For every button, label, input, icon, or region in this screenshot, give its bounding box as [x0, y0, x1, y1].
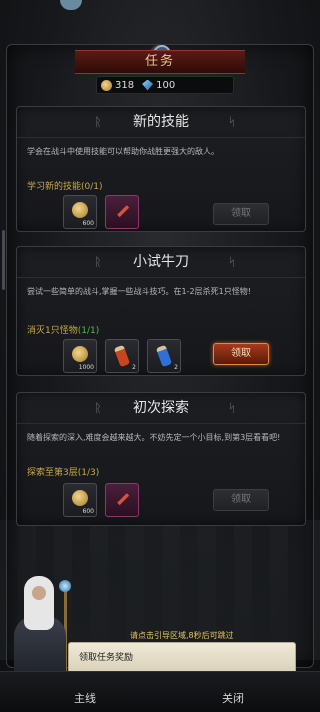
wizard-face	[32, 586, 46, 600]
reward-count: 600	[82, 220, 94, 227]
claim-button[interactable]: 领取	[213, 343, 269, 365]
quest-title: 新的技能	[133, 114, 189, 130]
reward-slot[interactable]: 2	[147, 339, 181, 373]
objective-progress: (1/3)	[77, 468, 100, 478]
reward-slot[interactable]	[105, 195, 139, 229]
panel-title: 任务	[75, 50, 245, 74]
rune-icon: ᛋ	[228, 255, 236, 269]
coin-icon	[101, 79, 112, 91]
rune-icon: ᚱ	[94, 115, 102, 129]
reward-count: 2	[174, 364, 178, 371]
wizard-hair	[24, 576, 54, 630]
objective-text: 消灭1只怪物	[27, 326, 78, 336]
reward-count: 2	[132, 364, 136, 371]
reward-slot[interactable]: 600	[63, 483, 97, 517]
reward-slots: 600	[63, 483, 139, 517]
gem-counter: 100	[142, 79, 176, 91]
quest-objective: 探索至第3层(1/3)	[27, 465, 99, 478]
gold-amount: 318	[115, 79, 135, 91]
coin-icon	[72, 346, 88, 362]
rune-icon: ᛋ	[228, 401, 236, 415]
skill-scroll-icon	[117, 205, 130, 218]
reward-slot[interactable]: 1000	[63, 339, 97, 373]
rune-icon: ᚱ	[94, 401, 102, 415]
guide-hint: 请点击引导区域,8秒后可跳过	[130, 631, 234, 640]
quest-card-header: ᚱ 初次探索 ᛋ	[17, 393, 305, 424]
quest-card-header: ᚱ 新的技能 ᛋ	[17, 107, 305, 138]
reward-slots: 1000 2 2	[63, 339, 181, 373]
quest-description: 尝试一些简单的战斗,掌握一些战斗技巧。在1-2层杀死1只怪物!	[27, 287, 251, 296]
rune-icon: ᚱ	[94, 255, 102, 269]
reward-slots: 600	[63, 195, 139, 229]
objective-progress: (1/1)	[77, 326, 100, 336]
red-potion-icon	[113, 344, 131, 368]
quest-title: 小试牛刀	[133, 254, 189, 270]
quest-card-first-fight: ᚱ 小试牛刀 ᛋ 尝试一些简单的战斗,掌握一些战斗技巧。在1-2层杀死1只怪物!…	[16, 246, 306, 376]
nav-main-button[interactable]: 主线	[74, 690, 96, 706]
objective-progress: (0/1)	[81, 182, 103, 192]
bottom-nav: 主线 关闭	[0, 671, 320, 712]
quest-card-header: ᚱ 小试牛刀 ᛋ	[17, 247, 305, 278]
objective-text: 探索至第3层	[27, 468, 78, 478]
reward-slot[interactable]: 2	[105, 339, 139, 373]
side-scroll-handle[interactable]	[2, 230, 5, 290]
quest-objective: 学习新的技能(0/1)	[27, 179, 103, 192]
claim-button[interactable]: 领取	[213, 489, 269, 511]
gold-counter: 318	[101, 79, 135, 91]
orb-icon	[59, 580, 71, 592]
objective-text: 学习新的技能	[27, 182, 82, 192]
quest-card-new-skill: ᚱ 新的技能 ᛋ 学会在战斗中使用技能可以帮助你战胜更强大的敌人。 学习新的技能…	[16, 106, 306, 232]
quest-objective: 消灭1只怪物(1/1)	[27, 323, 99, 336]
guide-dialog[interactable]: 领取任务奖励	[68, 642, 296, 674]
nav-close-button[interactable]: 关闭	[222, 690, 244, 706]
guide-wizard-portrait	[6, 572, 76, 682]
quest-title: 初次探索	[133, 400, 189, 416]
claim-button[interactable]: 领取	[213, 203, 269, 225]
quest-card-first-explore: ᚱ 初次探索 ᛋ 随着探索的深入,难度会越来越大。不妨先定一个小目标,到第3层看…	[16, 392, 306, 526]
coin-icon	[72, 202, 88, 218]
currency-bar: 318 100	[96, 76, 234, 94]
gem-icon	[142, 79, 154, 91]
quest-description: 学会在战斗中使用技能可以帮助你战胜更强大的敌人。	[27, 147, 219, 156]
reward-count: 600	[82, 508, 94, 515]
quest-description: 随着探索的深入,难度会越来越大。不妨先定一个小目标,到第3层看看吧!	[27, 433, 281, 442]
skill-scroll-icon	[117, 493, 130, 506]
blue-potion-icon	[155, 344, 173, 368]
reward-slot[interactable]	[105, 483, 139, 517]
rune-icon: ᛋ	[228, 115, 236, 129]
reward-slot[interactable]: 600	[63, 195, 97, 229]
coin-icon	[72, 490, 88, 506]
reward-count: 1000	[78, 364, 94, 371]
gem-amount: 100	[156, 79, 176, 91]
